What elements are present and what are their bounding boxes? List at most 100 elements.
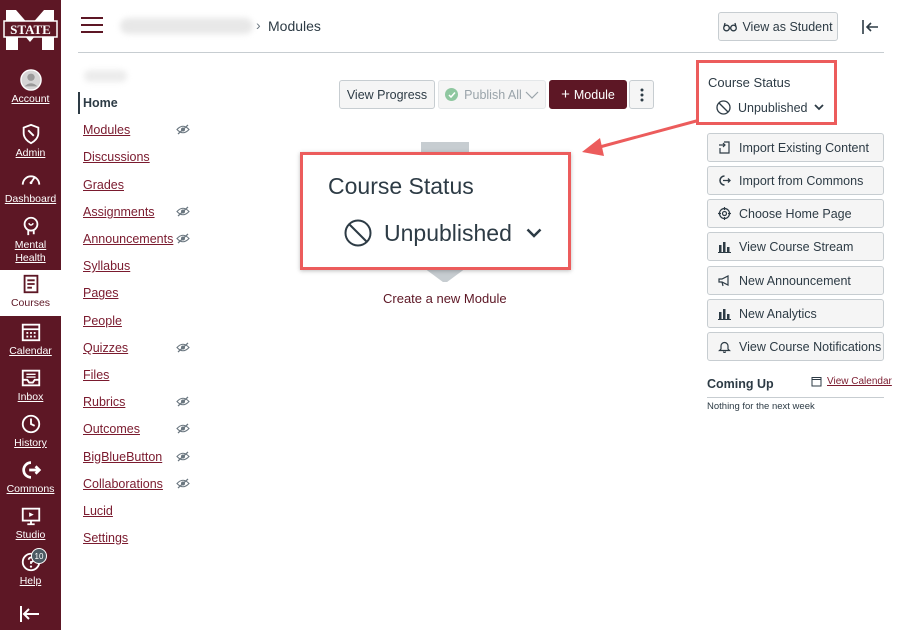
course-nav-home[interactable]: Home — [78, 92, 198, 114]
course-nav-label: People — [83, 313, 122, 328]
course-nav-label: BigBlueButton — [83, 449, 163, 464]
nav-inbox[interactable]: Inbox — [0, 364, 61, 410]
nav-studio[interactable]: Studio — [0, 502, 61, 548]
course-status-dropdown[interactable]: Unpublished — [716, 100, 824, 115]
nav-label: Account — [11, 93, 50, 105]
shield-icon — [0, 123, 61, 147]
nav-commons[interactable]: Commons — [0, 456, 61, 502]
target-icon — [718, 207, 735, 220]
calendar-icon — [0, 321, 61, 345]
course-nav-outcomes[interactable]: Outcomes — [78, 418, 198, 440]
course-nav-announcements[interactable]: Announcements — [78, 228, 198, 250]
course-nav-people[interactable]: People — [78, 310, 198, 332]
import-from-commons-button[interactable]: Import from Commons — [707, 166, 884, 195]
new-announcement-button[interactable]: New Announcement — [707, 266, 884, 295]
course-status-panel: Course Status Unpublished — [696, 60, 837, 125]
new-analytics-button[interactable]: New Analytics — [707, 299, 884, 328]
header-divider — [78, 52, 884, 53]
nav-admin[interactable]: Admin — [0, 120, 61, 166]
collapse-sidebar-icon[interactable] — [860, 18, 880, 36]
clock-icon — [0, 413, 61, 437]
course-nav-label: Discussions — [83, 150, 150, 165]
nav-label: Courses — [10, 297, 51, 309]
publish-all-label: Publish All — [464, 87, 522, 102]
import-existing-content-button[interactable]: Import Existing Content — [707, 133, 884, 162]
chevron-down-icon — [813, 104, 824, 111]
course-nav-rubrics[interactable]: Rubrics — [78, 391, 198, 413]
breadcrumb-chevron-icon: › — [256, 17, 261, 33]
calendar-icon — [811, 377, 822, 387]
hamburger-menu-icon[interactable] — [81, 17, 103, 35]
course-nav-files[interactable]: Files — [78, 364, 198, 386]
course-nav-collaborations[interactable]: Collaborations — [78, 473, 198, 495]
course-nav-label: Pages — [83, 286, 119, 301]
hidden-eye-icon — [176, 423, 190, 434]
empty-module-illustration-base — [424, 268, 466, 282]
breadcrumb-course-redacted[interactable] — [120, 18, 253, 34]
view-calendar-link[interactable]: View Calendar — [811, 376, 892, 387]
course-nav-modules[interactable]: Modules — [78, 119, 198, 141]
nav-label: Commons — [6, 483, 55, 495]
logo-text: STATE — [10, 22, 51, 37]
course-nav-grades[interactable]: Grades — [78, 174, 198, 196]
course-nav-label: Home — [83, 96, 118, 110]
course-status-value: Unpublished — [738, 100, 808, 115]
view-course-notifications-button[interactable]: View Course Notifications — [707, 332, 884, 361]
view-as-student-button[interactable]: View as Student — [718, 12, 838, 41]
collapse-nav-icon[interactable] — [18, 604, 42, 624]
course-nav-lucid[interactable]: Lucid — [78, 500, 198, 522]
unpublished-icon — [716, 100, 731, 115]
callout-title: Course Status — [328, 173, 474, 199]
inbox-icon — [0, 367, 61, 391]
add-module-label: Module — [573, 87, 615, 102]
course-name-redacted — [84, 70, 127, 82]
course-nav-pages[interactable]: Pages — [78, 282, 198, 304]
nav-dashboard[interactable]: Dashboard — [0, 166, 61, 212]
create-module-link[interactable]: Create a new Module — [383, 291, 507, 306]
course-nav-quizzes[interactable]: Quizzes — [78, 337, 198, 359]
msstate-logo[interactable]: STATE — [2, 6, 59, 54]
view-course-stream-button[interactable]: View Course Stream — [707, 232, 884, 261]
view-progress-button[interactable]: View Progress — [339, 80, 435, 109]
kebab-menu-icon — [640, 88, 643, 101]
nav-courses[interactable]: Courses — [0, 270, 61, 316]
course-status-callout: Course Status Unpublished — [300, 152, 571, 270]
side-button-label: Choose Home Page — [739, 206, 852, 221]
side-button-label: New Announcement — [739, 273, 851, 288]
commons-icon — [0, 459, 61, 483]
course-nav-assignments[interactable]: Assignments — [78, 201, 198, 223]
coming-up-heading: Coming Up — [707, 377, 774, 391]
nav-calendar[interactable]: Calendar — [0, 318, 61, 364]
side-button-label: View Course Notifications — [739, 339, 882, 354]
add-module-button[interactable]: + Module — [549, 80, 627, 109]
hidden-eye-icon — [176, 451, 190, 462]
course-nav-label: Settings — [83, 531, 129, 546]
check-circle-icon — [445, 88, 459, 101]
plus-icon: + — [561, 86, 570, 103]
view-as-student-label: View as Student — [742, 19, 833, 34]
side-button-label: Import Existing Content — [739, 140, 869, 155]
breadcrumb-current: Modules — [268, 18, 321, 34]
side-button-label: Import from Commons — [739, 173, 864, 188]
more-options-button[interactable] — [629, 80, 654, 109]
course-nav-syllabus[interactable]: Syllabus — [78, 255, 198, 277]
mental-health-icon — [0, 215, 61, 239]
nav-mental-health[interactable]: Mental Health — [0, 212, 61, 264]
nav-account[interactable]: Account — [0, 66, 61, 112]
studio-icon — [0, 505, 61, 529]
nav-help[interactable]: 10 Help — [0, 548, 61, 594]
course-nav-label: Rubrics — [83, 395, 126, 410]
megaphone-icon — [718, 274, 735, 287]
nav-history[interactable]: History — [0, 410, 61, 456]
global-navigation: STATE Account Admin Dashboard Mental Hea… — [0, 0, 61, 630]
publish-all-button[interactable]: Publish All — [438, 80, 546, 109]
choose-home-page-button[interactable]: Choose Home Page — [707, 199, 884, 228]
bell-icon — [718, 340, 735, 353]
course-nav-bigbluebutton[interactable]: BigBlueButton — [78, 446, 198, 468]
no-upcoming-text: Nothing for the next week — [707, 401, 815, 412]
course-nav-settings[interactable]: Settings — [78, 527, 198, 549]
nav-label: Inbox — [17, 391, 44, 403]
hidden-eye-icon — [176, 396, 190, 407]
course-nav-discussions[interactable]: Discussions — [78, 146, 198, 168]
callout-status-dropdown[interactable]: Unpublished — [344, 219, 542, 247]
